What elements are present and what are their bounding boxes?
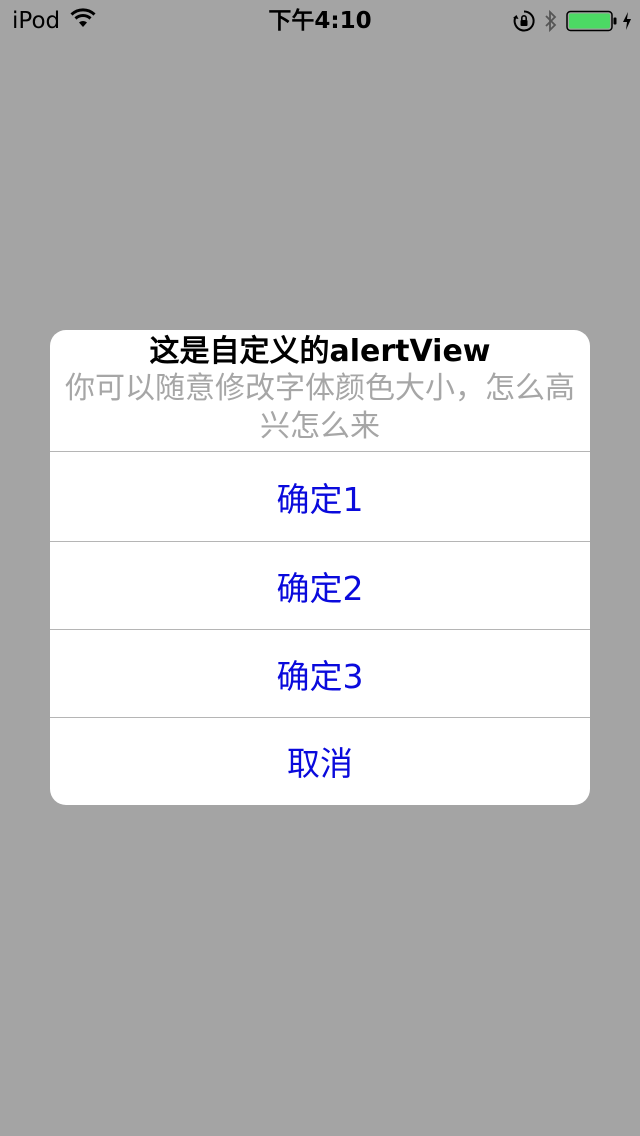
charging-bolt-icon bbox=[622, 11, 632, 31]
alert-message: 你可以随意修改字体颜色大小，怎么高兴怎么来 bbox=[65, 371, 575, 444]
battery-icon bbox=[566, 10, 618, 32]
status-right bbox=[504, 6, 632, 36]
cancel-button[interactable]: 取消 bbox=[50, 718, 590, 804]
alert-title: 这是自定义的alertView bbox=[149, 334, 491, 369]
status-bar: iPod 下午4:10 bbox=[0, 0, 640, 40]
confirm-1-button[interactable]: 确定1 bbox=[50, 452, 590, 542]
confirm-3-button[interactable]: 确定3 bbox=[50, 630, 590, 718]
alert-dialog: 这是自定义的alertView 你可以随意修改字体颜色大小，怎么高兴怎么来 确定… bbox=[50, 330, 590, 805]
rotation-lock-icon bbox=[512, 9, 536, 33]
alert-header: 这是自定义的alertView 你可以随意修改字体颜色大小，怎么高兴怎么来 bbox=[50, 330, 590, 452]
bluetooth-icon bbox=[544, 9, 558, 33]
confirm-2-button[interactable]: 确定2 bbox=[50, 542, 590, 630]
